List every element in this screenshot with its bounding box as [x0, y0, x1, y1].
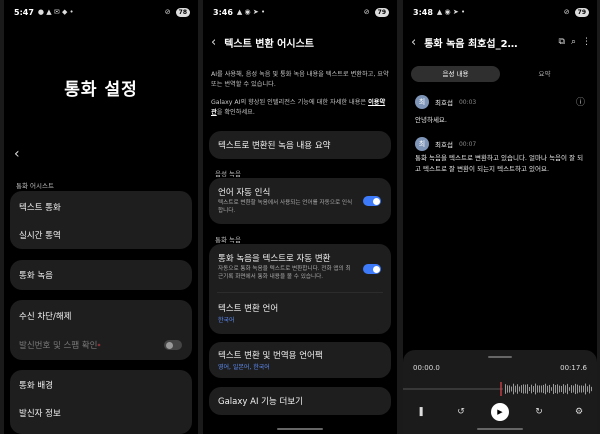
waveform-scrubber[interactable]	[403, 382, 597, 396]
menu-item-call-background[interactable]: 통화 배경	[19, 379, 53, 391]
transcript-assist-screen: 3:46 ▲ ◉ ➤ • ⊘ 79 ‹ 텍스트 변환 어시스트 AI를 사용해,…	[203, 0, 397, 434]
battery-indicator: 79	[374, 7, 389, 17]
notification-icons: ▲ ◉ ➤ •	[436, 8, 466, 16]
home-indicator	[477, 428, 523, 430]
auto-convert-title[interactable]: 통화 녹음을 텍스트로 자동 변환	[218, 252, 330, 264]
new-badge-dot: *	[97, 343, 101, 350]
playback-controls: ❚ ↺ ▶ ↻ ⚙	[411, 403, 589, 421]
back-arrow-icon[interactable]: ‹	[411, 35, 416, 50]
caller-id-spam-toggle[interactable]	[164, 340, 182, 350]
avatar: 최	[415, 137, 429, 151]
timestamp[interactable]: 00:03	[459, 99, 476, 106]
call-recording-card: 통화 녹음	[10, 260, 192, 290]
section-label-call-recording: 통화 녹음	[215, 236, 241, 244]
more-features-card: Galaxy AI 기능 더보기	[209, 387, 391, 415]
transcript-tabs: 음성 내용 요약	[411, 66, 589, 82]
more-info-suffix: 을 확인하세요.	[216, 109, 255, 116]
notification-icons: ▲ ◉ ➤ •	[236, 8, 266, 16]
play-button[interactable]: ▶	[491, 403, 509, 421]
section-label-call-assist: 통화 어시스트	[16, 182, 54, 190]
status-time: 5:47	[14, 7, 34, 17]
language-pack-card: 텍스트 변환 및 번역용 언어팩 영어, 일본어, 한국어	[209, 342, 391, 378]
speaker-name[interactable]: 최호섭	[435, 97, 453, 107]
language-pack-value: 영어, 일본어, 한국어	[218, 364, 270, 371]
menu-item-block-numbers[interactable]: 수신 차단/해제	[19, 310, 72, 322]
tab-voice-content[interactable]: 음성 내용	[411, 66, 500, 82]
home-indicator	[277, 428, 323, 430]
do-not-disturb-icon: ⊘	[363, 8, 370, 16]
speaker-row: 최 최호섭 00:03	[415, 95, 476, 109]
caller-id-spam-label: 발신번호 및 스팸 확인	[19, 341, 98, 351]
menu-item-summary[interactable]: 텍스트로 변환된 녹음 내용 요약	[218, 139, 330, 151]
current-time: 00:00.0	[413, 364, 440, 372]
speaker-name[interactable]: 최호섭	[435, 139, 453, 149]
call-background-card: 통화 배경 발신자 정보	[10, 370, 192, 434]
search-icon[interactable]: ⌕	[571, 37, 576, 47]
notification-icons: ● ▲ ✉ ◆ •	[37, 8, 74, 16]
ai-assist-icon[interactable]: ⧉	[559, 37, 565, 47]
page-title: 통화 설정	[64, 80, 138, 100]
do-not-disturb-icon: ⊘	[563, 8, 570, 16]
back-arrow-icon[interactable]: ‹	[14, 146, 20, 162]
more-options-icon[interactable]: ⋮	[582, 37, 591, 47]
status-bar: 3:46 ▲ ◉ ➤ • ⊘ 79	[213, 6, 389, 18]
section-label-voice-recording: 음성 녹음	[215, 170, 241, 178]
page-title: 통화 녹음 최호섭_2…	[424, 38, 518, 50]
convert-language-title[interactable]: 텍스트 변환 언어	[218, 302, 278, 314]
auto-convert-desc: 자동으로 통화 녹음을 텍스트로 변환합니다. 전화 앱의 최근기록 화면에서 …	[218, 266, 351, 280]
language-detect-title[interactable]: 언어 자동 인식	[218, 186, 270, 198]
recording-transcript-screen: 3:48 ▲ ◉ ➤ • ⊘ 79 ‹ 통화 녹음 최호섭_2… ⧉ ⌕ ⋮ 음…	[403, 0, 597, 434]
back-arrow-icon[interactable]: ‹	[211, 35, 216, 50]
menu-item-call-recording[interactable]: 통화 녹음	[19, 269, 53, 281]
convert-language-value: 한국어	[218, 317, 235, 324]
intro-text: AI를 사용해, 음성 녹음 및 통화 녹음 내용을 텍스트로 변환하고, 요약…	[211, 71, 389, 88]
battery-indicator: 79	[574, 7, 589, 17]
app-header: ‹ 텍스트 변환 어시스트	[211, 34, 391, 50]
info-icon[interactable]: ⓘ	[576, 95, 585, 108]
menu-item-caller-id-spam: 발신번호 및 스팸 확인*	[19, 339, 101, 351]
playback-panel: 00:00.0 00:17.6 ❚ ↺ ▶ ↻ ⚙	[403, 350, 597, 434]
summary-card: 텍스트로 변환된 녹음 내용 요약	[209, 131, 391, 159]
more-info-text: Galaxy AI의 향상된 인텔리전스 기능에 대한 자세한 내용은 이용약관…	[211, 98, 389, 118]
rewind-icon[interactable]: ↺	[451, 407, 471, 417]
total-time: 00:17.6	[560, 364, 587, 372]
speaker-row: 최 최호섭 00:07	[415, 137, 476, 151]
speed-settings-icon[interactable]: ⚙	[569, 407, 589, 417]
timestamp[interactable]: 00:07	[459, 141, 476, 148]
utterance-text: 안녕하세요.	[415, 116, 447, 124]
language-detect-desc: 텍스트로 변환할 녹음에서 사용되는 언어를 자동으로 인식합니다.	[218, 200, 353, 214]
bookmark-icon[interactable]: ❚	[411, 407, 431, 417]
battery-indicator: 78	[175, 7, 190, 17]
call-assist-card: 텍스트 통화 실시간 통역	[10, 191, 192, 249]
language-pack-title[interactable]: 텍스트 변환 및 번역용 언어팩	[218, 349, 323, 361]
menu-item-caller-info[interactable]: 발신자 정보	[19, 407, 61, 419]
more-info-prefix: Galaxy AI의 향상된 인텔리전스 기능에 대한 자세한 내용은	[211, 99, 369, 106]
do-not-disturb-icon: ⊘	[164, 8, 171, 16]
status-time: 3:48	[413, 7, 433, 17]
panel-drag-handle[interactable]	[488, 356, 512, 358]
menu-item-live-translate[interactable]: 실시간 통역	[19, 229, 61, 241]
language-detect-toggle[interactable]	[363, 196, 381, 206]
call-recording-card: 통화 녹음을 텍스트로 자동 변환 자동으로 통화 녹음을 텍스트로 변환합니다…	[209, 244, 391, 334]
menu-item-more-features[interactable]: Galaxy AI 기능 더보기	[218, 395, 303, 407]
tab-summary[interactable]: 요약	[500, 66, 589, 82]
utterance-text: 통화 녹음을 텍스트로 변환하고 있습니다. 얼마나 녹음이 잘 되고 텍스트로…	[415, 154, 584, 173]
divider	[217, 292, 383, 293]
status-bar: 3:48 ▲ ◉ ➤ • ⊘ 79	[413, 6, 589, 18]
language-detect-card: 언어 자동 인식 텍스트로 변환할 녹음에서 사용되는 언어를 자동으로 인식합…	[209, 178, 391, 224]
app-header: ‹ 통화 녹음 최호섭_2… ⧉ ⌕ ⋮	[411, 34, 591, 50]
status-time: 3:46	[213, 7, 233, 17]
auto-convert-toggle[interactable]	[363, 264, 381, 274]
call-settings-screen: 5:47 ● ▲ ✉ ◆ • ⊘ 78 통화 설정 ‹ 통화 어시스트 텍스트 …	[4, 0, 198, 434]
status-bar: 5:47 ● ▲ ✉ ◆ • ⊘ 78	[14, 6, 190, 18]
page-title: 텍스트 변환 어시스트	[224, 38, 314, 50]
blocking-card: 수신 차단/해제 발신번호 및 스팸 확인*	[10, 300, 192, 360]
forward-icon[interactable]: ↻	[529, 407, 549, 417]
menu-item-text-call[interactable]: 텍스트 통화	[19, 201, 61, 213]
avatar: 최	[415, 95, 429, 109]
